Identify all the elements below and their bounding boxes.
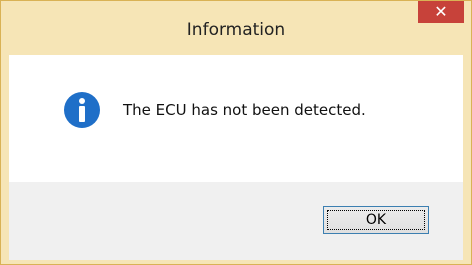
dialog-content: The ECU has not been detected. OK [9,55,463,260]
close-icon: ✕ [434,2,448,21]
dialog-title: Information [186,20,286,40]
info-icon [64,92,100,128]
title-bar[interactable]: Information ✕ [1,1,471,55]
ok-button[interactable]: OK [323,206,429,234]
button-bar: OK [9,182,463,260]
message-text: The ECU has not been detected. [123,101,366,119]
ok-button-label: OK [327,210,425,230]
close-button[interactable]: ✕ [418,1,464,23]
message-area: The ECU has not been detected. [9,55,463,182]
information-dialog: Information ✕ The ECU has not been detec… [0,0,472,265]
